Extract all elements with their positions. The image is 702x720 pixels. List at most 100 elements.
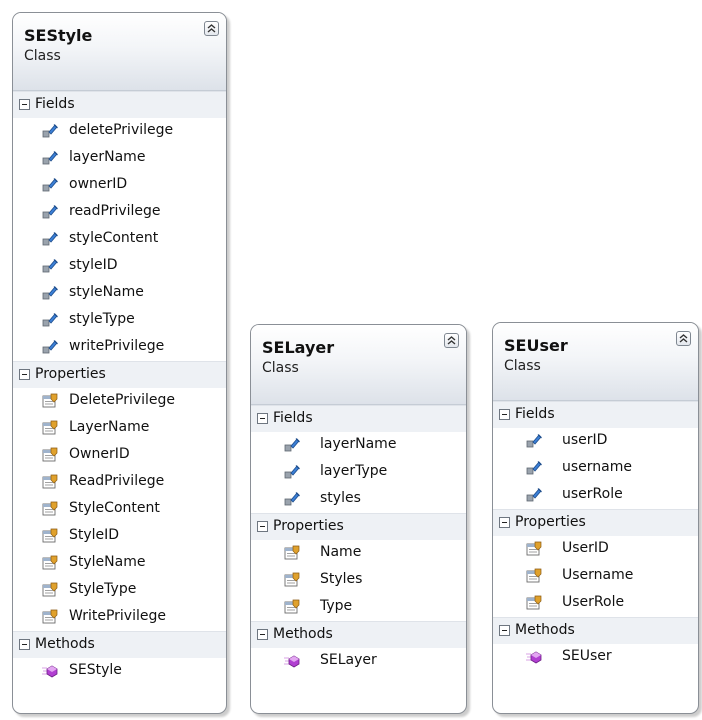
member-label: Type (320, 598, 353, 614)
property-icon (526, 541, 542, 557)
field-item[interactable]: writePrivilege (13, 334, 226, 361)
property-item[interactable]: StyleName (13, 550, 226, 577)
property-icon (42, 474, 58, 490)
property-item[interactable]: Styles (251, 567, 466, 594)
field-item[interactable]: ownerID (13, 172, 226, 199)
field-item[interactable]: layerName (251, 432, 466, 459)
methods-section-header[interactable]: Methods (13, 631, 226, 658)
field-item[interactable]: layerName (13, 145, 226, 172)
property-item[interactable]: UserRole (493, 590, 698, 617)
field-item[interactable]: styleID (13, 253, 226, 280)
field-item[interactable]: layerType (251, 459, 466, 486)
property-item[interactable]: Username (493, 563, 698, 590)
member-label: username (562, 459, 632, 475)
property-icon (42, 555, 58, 571)
methods-section-header[interactable]: Methods (251, 621, 466, 648)
collapse-chevron-icon[interactable] (444, 333, 459, 348)
field-icon (526, 487, 542, 503)
collapse-chevron-icon[interactable] (676, 331, 691, 346)
field-item[interactable]: userID (493, 428, 698, 455)
class-name: SEStyle (24, 26, 93, 45)
properties-section-header[interactable]: Properties (493, 509, 698, 536)
properties-section: Properties DeletePrivilege LayerName Own… (13, 361, 226, 631)
field-item[interactable]: readPrivilege (13, 199, 226, 226)
section-title: Properties (515, 514, 586, 530)
class-box-selayer[interactable]: SELayer Class Fields layerName layerType… (250, 324, 467, 714)
property-item[interactable]: LayerName (13, 415, 226, 442)
section-title: Fields (515, 406, 555, 422)
collapse-toggle-icon[interactable] (499, 409, 510, 420)
method-item[interactable]: SELayer (251, 648, 466, 675)
collapse-toggle-icon[interactable] (257, 521, 268, 532)
collapse-toggle-icon[interactable] (257, 629, 268, 640)
field-item[interactable]: styleContent (13, 226, 226, 253)
method-item[interactable]: SEStyle (13, 658, 226, 685)
collapse-chevron-icon[interactable] (204, 21, 219, 36)
section-title: Properties (35, 366, 106, 382)
field-item[interactable]: userRole (493, 482, 698, 509)
fields-section: Fields userID username userRole (493, 401, 698, 509)
field-icon (42, 177, 58, 193)
collapse-toggle-icon[interactable] (499, 625, 510, 636)
field-icon (526, 433, 542, 449)
member-label: layerName (320, 436, 397, 452)
field-item[interactable]: deletePrivilege (13, 118, 226, 145)
field-item[interactable]: styleName (13, 280, 226, 307)
member-label: UserID (562, 540, 609, 556)
property-icon (42, 447, 58, 463)
property-item[interactable]: StyleType (13, 577, 226, 604)
member-label: SELayer (320, 652, 377, 668)
field-icon (526, 460, 542, 476)
properties-section-header[interactable]: Properties (251, 513, 466, 540)
collapse-toggle-icon[interactable] (19, 369, 30, 380)
property-icon (284, 599, 300, 615)
member-label: writePrivilege (69, 338, 165, 354)
property-item[interactable]: StyleID (13, 523, 226, 550)
field-item[interactable]: styles (251, 486, 466, 513)
collapse-toggle-icon[interactable] (499, 517, 510, 528)
class-header: SEUser Class (493, 323, 698, 401)
member-label: UserRole (562, 594, 625, 610)
property-item[interactable]: DeletePrivilege (13, 388, 226, 415)
fields-section-header[interactable]: Fields (493, 401, 698, 428)
field-icon (42, 285, 58, 301)
class-box-seuser[interactable]: SEUser Class Fields userID username user… (492, 322, 699, 714)
property-icon (526, 568, 542, 584)
fields-section-header[interactable]: Fields (13, 91, 226, 118)
property-item[interactable]: StyleContent (13, 496, 226, 523)
member-label: LayerName (69, 419, 150, 435)
member-label: DeletePrivilege (69, 392, 176, 408)
property-icon (42, 582, 58, 598)
member-label: readPrivilege (69, 203, 161, 219)
methods-section-header[interactable]: Methods (493, 617, 698, 644)
field-icon (42, 150, 58, 166)
field-icon (284, 437, 300, 453)
field-icon (42, 339, 58, 355)
property-item[interactable]: OwnerID (13, 442, 226, 469)
property-item[interactable]: WritePrivilege (13, 604, 226, 631)
member-label: styleType (69, 311, 135, 327)
property-item[interactable]: UserID (493, 536, 698, 563)
property-item[interactable]: ReadPrivilege (13, 469, 226, 496)
method-icon (526, 649, 542, 665)
class-box-sestyle[interactable]: SEStyle Class Fields deletePrivilege lay… (12, 12, 227, 714)
method-item[interactable]: SEUser (493, 644, 698, 671)
member-label: styleContent (69, 230, 159, 246)
property-item[interactable]: Type (251, 594, 466, 621)
collapse-toggle-icon[interactable] (19, 639, 30, 650)
property-item[interactable]: Name (251, 540, 466, 567)
collapse-toggle-icon[interactable] (19, 99, 30, 110)
property-icon (42, 420, 58, 436)
collapse-toggle-icon[interactable] (257, 413, 268, 424)
properties-section: Properties UserID Username UserRole (493, 509, 698, 617)
class-header: SELayer Class (251, 325, 466, 405)
class-name: SEUser (504, 336, 568, 355)
methods-section: Methods SEStyle (13, 631, 226, 685)
properties-section-header[interactable]: Properties (13, 361, 226, 388)
fields-section: Fields deletePrivilege layerName ownerID… (13, 91, 226, 361)
field-item[interactable]: styleType (13, 307, 226, 334)
fields-section-header[interactable]: Fields (251, 405, 466, 432)
section-title: Fields (35, 96, 75, 112)
class-header: SEStyle Class (13, 13, 226, 91)
field-item[interactable]: username (493, 455, 698, 482)
